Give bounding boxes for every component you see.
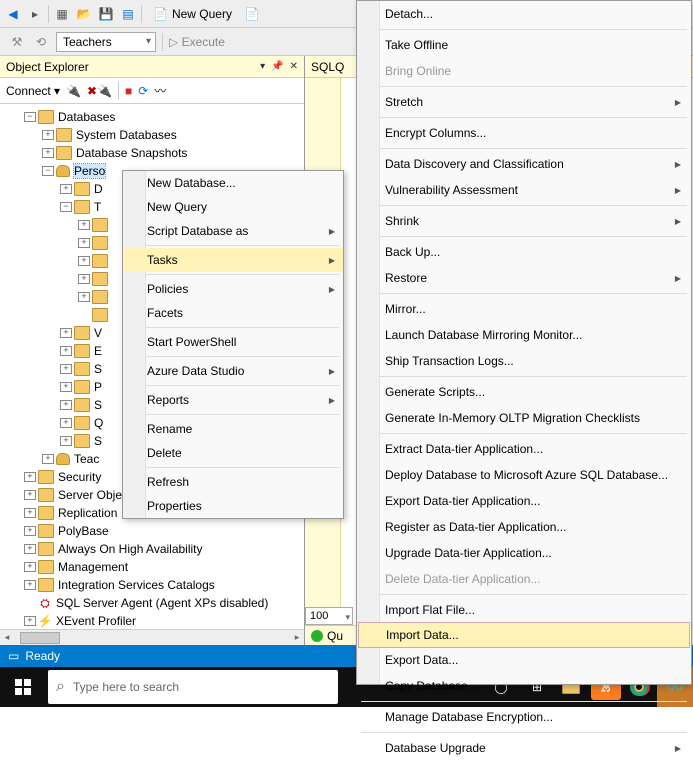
status-text: Qu <box>327 629 343 643</box>
menu-item[interactable]: Import Data... <box>358 622 690 648</box>
h-scrollbar[interactable]: ◂▸ <box>0 629 304 645</box>
menu-item: Delete Data-tier Application... <box>357 566 691 592</box>
menu-item[interactable]: New Query <box>123 195 343 219</box>
menu-item[interactable]: Extract Data-tier Application... <box>357 436 691 462</box>
menu-item[interactable]: Detach... <box>357 1 691 27</box>
menu-item[interactable]: Delete <box>123 441 343 465</box>
execute-button[interactable]: ▷ Execute <box>169 35 225 49</box>
db-context-menu: New Database...New QueryScript Database … <box>122 170 344 519</box>
connect-button[interactable]: Connect ▾ <box>6 84 60 98</box>
menu-item[interactable]: Upgrade Data-tier Application... <box>357 540 691 566</box>
db-combo[interactable]: Teachers <box>56 32 156 52</box>
taskbar-search[interactable]: ⌕ Type here to search <box>48 670 338 704</box>
system-databases-node[interactable]: +System Databases <box>2 126 302 144</box>
open-icon[interactable]: 📂 <box>75 5 93 23</box>
menu-item[interactable]: Export Data... <box>357 647 691 673</box>
panel-toolbar: Connect ▾ 🔌 ✖🔌 ■ ⟳ 〰 <box>0 78 304 104</box>
new-query-button[interactable]: 📄 New Query <box>146 5 239 23</box>
saveall-icon[interactable]: ▤ <box>119 5 137 23</box>
tool2-icon[interactable]: ⟲ <box>32 33 50 51</box>
menu-item[interactable]: Ship Transaction Logs... <box>357 348 691 374</box>
menu-item[interactable]: Refresh <box>123 470 343 494</box>
stop-icon[interactable]: ■ <box>125 84 132 98</box>
menu-item[interactable]: Manage Database Encryption... <box>357 704 691 730</box>
menu-item[interactable]: Back Up... <box>357 239 691 265</box>
menu-item[interactable]: Register as Data-tier Application... <box>357 514 691 540</box>
menu-item[interactable]: Copy Database... <box>357 673 691 699</box>
pin-icon[interactable]: 📌 <box>271 61 283 72</box>
dropdown-icon[interactable]: ▾ <box>260 61 265 72</box>
menu-item[interactable]: Facets <box>123 301 343 325</box>
menu-item[interactable]: Rename <box>123 417 343 441</box>
query-icon: 📄 <box>153 7 168 21</box>
zoom-combo[interactable]: 100 % <box>305 607 353 625</box>
menu-item[interactable]: Take Offline <box>357 32 691 58</box>
start-button[interactable] <box>0 667 46 707</box>
polybase-node[interactable]: +PolyBase <box>2 522 302 540</box>
menu-item[interactable]: Shrink▶ <box>357 208 691 234</box>
menu-item[interactable]: Policies▶ <box>123 277 343 301</box>
menu-item[interactable]: Export Data-tier Application... <box>357 488 691 514</box>
menu-item[interactable]: Azure Data Studio▶ <box>123 359 343 383</box>
back-icon[interactable]: ◀ <box>4 5 22 23</box>
search-icon: ⌕ <box>56 678 65 696</box>
isc-node[interactable]: +Integration Services Catalogs <box>2 576 302 594</box>
menu-item[interactable]: New Database... <box>123 171 343 195</box>
xevent-node[interactable]: +⚡XEvent Profiler <box>2 612 302 630</box>
new-project-icon[interactable]: ▦ <box>53 5 71 23</box>
save-icon[interactable]: 💾 <box>97 5 115 23</box>
panel-title: Object Explorer ▾ 📌 ✕ <box>0 56 304 78</box>
agent-node[interactable]: ⛭SQL Server Agent (Agent XPs disabled) <box>2 594 302 612</box>
activity-icon[interactable]: 〰 <box>154 82 166 99</box>
menu-item[interactable]: Tasks▶ <box>123 248 343 272</box>
menu-item[interactable]: Import Flat File... <box>357 597 691 623</box>
menu-item[interactable]: Database Upgrade▶ <box>357 735 691 761</box>
aoha-node[interactable]: +Always On High Availability <box>2 540 302 558</box>
tool-icon[interactable]: ⚒ <box>8 33 26 51</box>
menu-item[interactable]: Start PowerShell <box>123 330 343 354</box>
filter2-icon[interactable]: ✖🔌 <box>87 84 112 98</box>
menu-item[interactable]: Mirror... <box>357 296 691 322</box>
close-icon[interactable]: ✕ <box>290 61 298 72</box>
databases-node[interactable]: −Databases <box>2 108 302 126</box>
refresh-icon[interactable]: ⟳ <box>138 84 148 98</box>
tasks-submenu: Detach... Take OfflineBring Online Stretch… <box>356 0 692 685</box>
menu-item[interactable]: Reports▶ <box>123 388 343 412</box>
ready-text: Ready <box>25 649 60 663</box>
menu-item[interactable]: Restore▶ <box>357 265 691 291</box>
menu-item[interactable]: Generate Scripts... <box>357 379 691 405</box>
menu-item[interactable]: Properties <box>123 494 343 518</box>
menu-item: Bring Online <box>357 58 691 84</box>
filter-icon[interactable]: 🔌 <box>66 84 81 98</box>
window-icon: ▭ <box>8 649 19 663</box>
management-node[interactable]: +Management <box>2 558 302 576</box>
menu-item[interactable]: Vulnerability Assessment▶ <box>357 177 691 203</box>
menu-item[interactable]: Stretch▶ <box>357 89 691 115</box>
menu-item[interactable]: Launch Database Mirroring Monitor... <box>357 322 691 348</box>
menu-item[interactable]: Generate In-Memory OLTP Migration Checkl… <box>357 405 691 431</box>
database-snapshots-node[interactable]: +Database Snapshots <box>2 144 302 162</box>
menu-item[interactable]: Encrypt Columns... <box>357 120 691 146</box>
menu-item[interactable]: Deploy Database to Microsoft Azure SQL D… <box>357 462 691 488</box>
menu-item[interactable]: Data Discovery and Classification▶ <box>357 151 691 177</box>
forward-icon[interactable]: ▸ <box>26 5 44 23</box>
more-icon[interactable]: 📄 <box>243 5 261 23</box>
menu-item[interactable]: Script Database as▶ <box>123 219 343 243</box>
